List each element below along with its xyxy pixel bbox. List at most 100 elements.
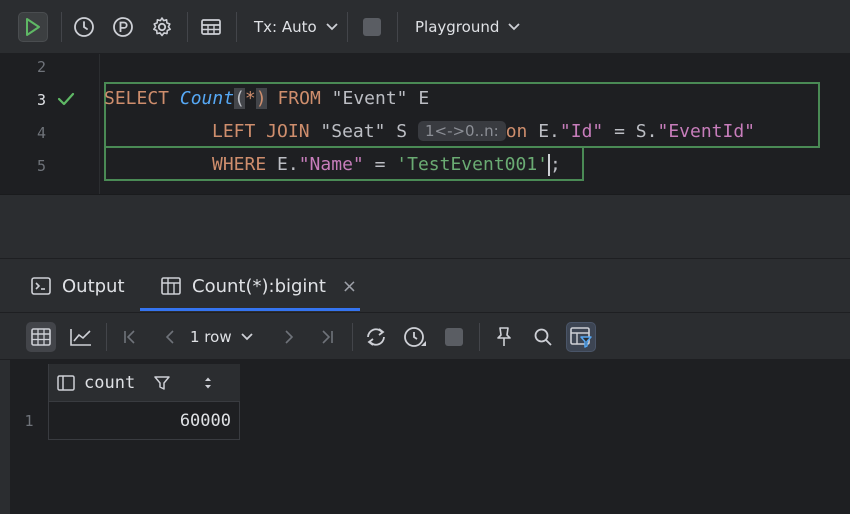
stop-button[interactable] — [357, 12, 387, 42]
toolbar-separator — [347, 12, 348, 42]
line-number: 5 — [36, 157, 46, 175]
alias-prefix: S. — [635, 121, 658, 142]
editor-toolbar: Tx: Auto Playground — [0, 0, 850, 54]
semicolon: ; — [550, 154, 561, 175]
code-line-3: SELECT Count(*) FROM "Event" E — [104, 87, 429, 111]
alias-prefix: E. — [277, 154, 299, 175]
keyword: LEFT JOIN — [212, 121, 310, 142]
table-view-button[interactable] — [26, 322, 56, 352]
column-name: "Id" — [559, 121, 604, 142]
alias-prefix: E. — [538, 121, 560, 142]
results-tabs: Output Count(*):bigint × — [0, 258, 850, 312]
result-view-button[interactable] — [196, 12, 226, 42]
stop-icon — [363, 18, 381, 36]
filter-icon[interactable] — [153, 374, 171, 392]
refresh-button[interactable] — [361, 322, 391, 352]
history-button[interactable] — [69, 12, 99, 42]
line-number: 3 — [36, 91, 46, 109]
results-toolbar: 1 row — [0, 312, 850, 360]
transaction-mode-dropdown[interactable]: Tx: Auto — [254, 12, 339, 42]
chevron-down-icon — [508, 23, 520, 31]
filter-view-icon — [570, 327, 592, 348]
keyword: SELECT — [104, 88, 170, 109]
settings-button[interactable] — [147, 12, 177, 42]
operator: = — [614, 121, 625, 142]
string-literal: 'TestEvent001' — [396, 154, 548, 175]
next-page-icon — [285, 330, 294, 344]
function-name: Count — [179, 88, 235, 109]
table-alias: S — [396, 121, 408, 142]
chevron-down-icon — [326, 23, 338, 31]
pin-tab-button[interactable] — [489, 322, 519, 352]
toolbar-separator — [397, 12, 398, 42]
toolbar-separator — [479, 323, 480, 351]
search-button[interactable] — [528, 322, 558, 352]
last-page-icon — [322, 330, 333, 344]
history-icon — [74, 17, 94, 37]
keyword: FROM — [277, 88, 321, 109]
chart-view-button[interactable] — [66, 322, 96, 352]
session-label: Playground — [415, 18, 500, 36]
prev-page-icon — [165, 330, 174, 344]
sql-editor[interactable]: 2 3 4 5 SELECT Count(*) FROM "Event" E L… — [0, 54, 850, 194]
tab-output[interactable]: Output — [30, 259, 125, 313]
next-page-button[interactable] — [274, 322, 304, 352]
close-icon[interactable]: × — [342, 276, 357, 297]
rows-count-label: 1 row — [190, 328, 232, 346]
table-view-icon — [31, 328, 51, 346]
toolbar-separator — [106, 323, 107, 351]
line-number: 2 — [36, 58, 46, 76]
refresh-icon — [367, 328, 385, 346]
table-icon — [161, 277, 181, 295]
toolbar-separator — [352, 323, 353, 351]
column-name: count — [84, 373, 136, 393]
filter-view-button[interactable] — [566, 322, 596, 352]
keyword: WHERE — [212, 154, 267, 175]
pin-icon — [497, 327, 511, 346]
column-icon — [57, 375, 75, 391]
column-name: "Name" — [298, 154, 364, 175]
table-icon — [201, 19, 221, 35]
terminal-icon — [31, 277, 51, 295]
toolbar-separator — [187, 12, 188, 42]
tx-mode-label: Tx: Auto — [254, 18, 317, 36]
active-tab-indicator — [140, 308, 360, 311]
toolbar-separator — [61, 12, 62, 42]
table-name: "Seat" — [320, 121, 386, 142]
clock-icon — [404, 327, 426, 347]
paren: ( — [234, 88, 245, 109]
session-dropdown[interactable]: Playground — [415, 12, 521, 42]
search-icon — [534, 328, 552, 346]
run-button[interactable] — [18, 12, 48, 42]
prev-page-button[interactable] — [155, 322, 185, 352]
code-line-5: WHERE E."Name" = 'TestEvent001'; — [212, 153, 561, 177]
code-line-4: LEFT JOIN "Seat" S 1<->0..n: on E."Id" = … — [212, 120, 755, 144]
paren: ) — [255, 88, 267, 109]
tab-count-result[interactable]: Count(*):bigint × — [160, 259, 357, 313]
gear-icon — [153, 17, 171, 37]
line-number: 4 — [36, 124, 46, 142]
first-page-button[interactable] — [115, 322, 145, 352]
auto-refresh-button[interactable] — [400, 322, 430, 352]
toolbar-separator — [236, 12, 237, 42]
p-circle-icon — [113, 17, 133, 37]
explain-plan-button[interactable] — [108, 12, 138, 42]
result-grid: count 1 60000 — [10, 360, 850, 514]
operator: = — [374, 154, 386, 175]
column-header-count[interactable]: count — [48, 364, 240, 402]
tab-label: Output — [62, 275, 125, 297]
tab-label: Count(*):bigint — [192, 275, 326, 297]
stop-fetch-button[interactable] — [439, 322, 469, 352]
row-number-header — [10, 364, 48, 402]
join-cardinality-hint: 1<->0..n: — [417, 121, 506, 141]
star-token: * — [244, 88, 256, 109]
play-icon — [26, 18, 40, 36]
cell-count[interactable]: 60000 — [48, 402, 240, 440]
sort-icon[interactable] — [203, 375, 213, 391]
keyword: on — [505, 121, 528, 142]
checkmark-icon — [57, 92, 75, 106]
last-page-button[interactable] — [312, 322, 342, 352]
page-size-dropdown[interactable]: 1 row — [190, 322, 254, 352]
column-name: "EventId" — [657, 121, 756, 142]
table-name: "Event" — [331, 88, 408, 109]
